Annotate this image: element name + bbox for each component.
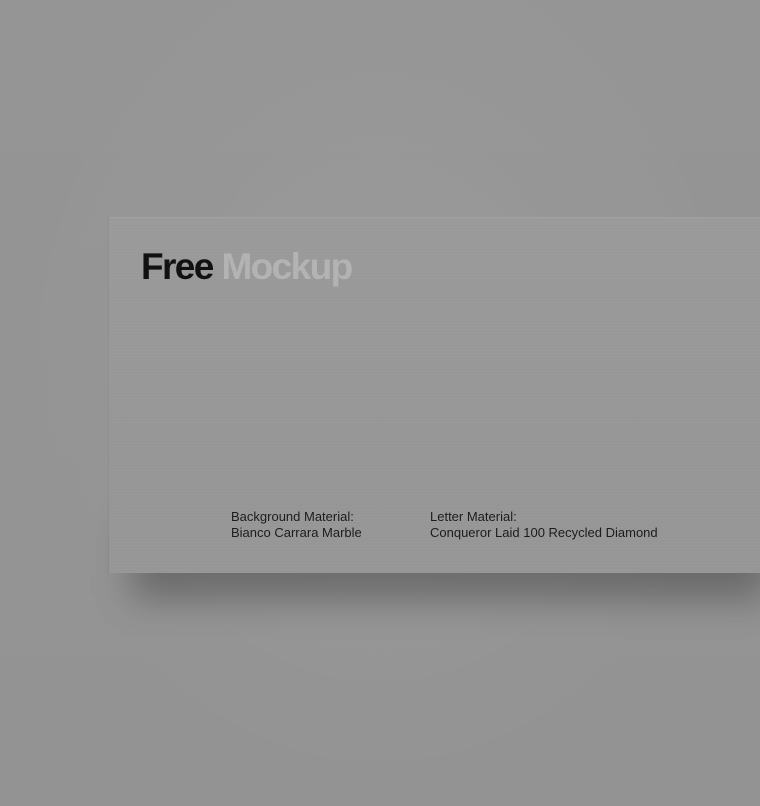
letter-material-value: Conqueror Laid 100 Recycled Diamond bbox=[430, 525, 658, 540]
title-secondary: Mockup bbox=[221, 246, 353, 287]
background-material-spec: Background Material: Bianco Carrara Marb… bbox=[231, 509, 362, 541]
letter-card: Free Mockup Background Material: Bianco … bbox=[109, 217, 760, 573]
background-material-value: Bianco Carrara Marble bbox=[231, 525, 362, 540]
letter-material-spec: Letter Material: Conqueror Laid 100 Recy… bbox=[430, 509, 658, 541]
letter-material-label: Letter Material: bbox=[430, 509, 517, 524]
background-material-label: Background Material: bbox=[231, 509, 354, 524]
title-primary: Free bbox=[141, 246, 214, 287]
mockup-title: Free Mockup bbox=[141, 245, 353, 289]
